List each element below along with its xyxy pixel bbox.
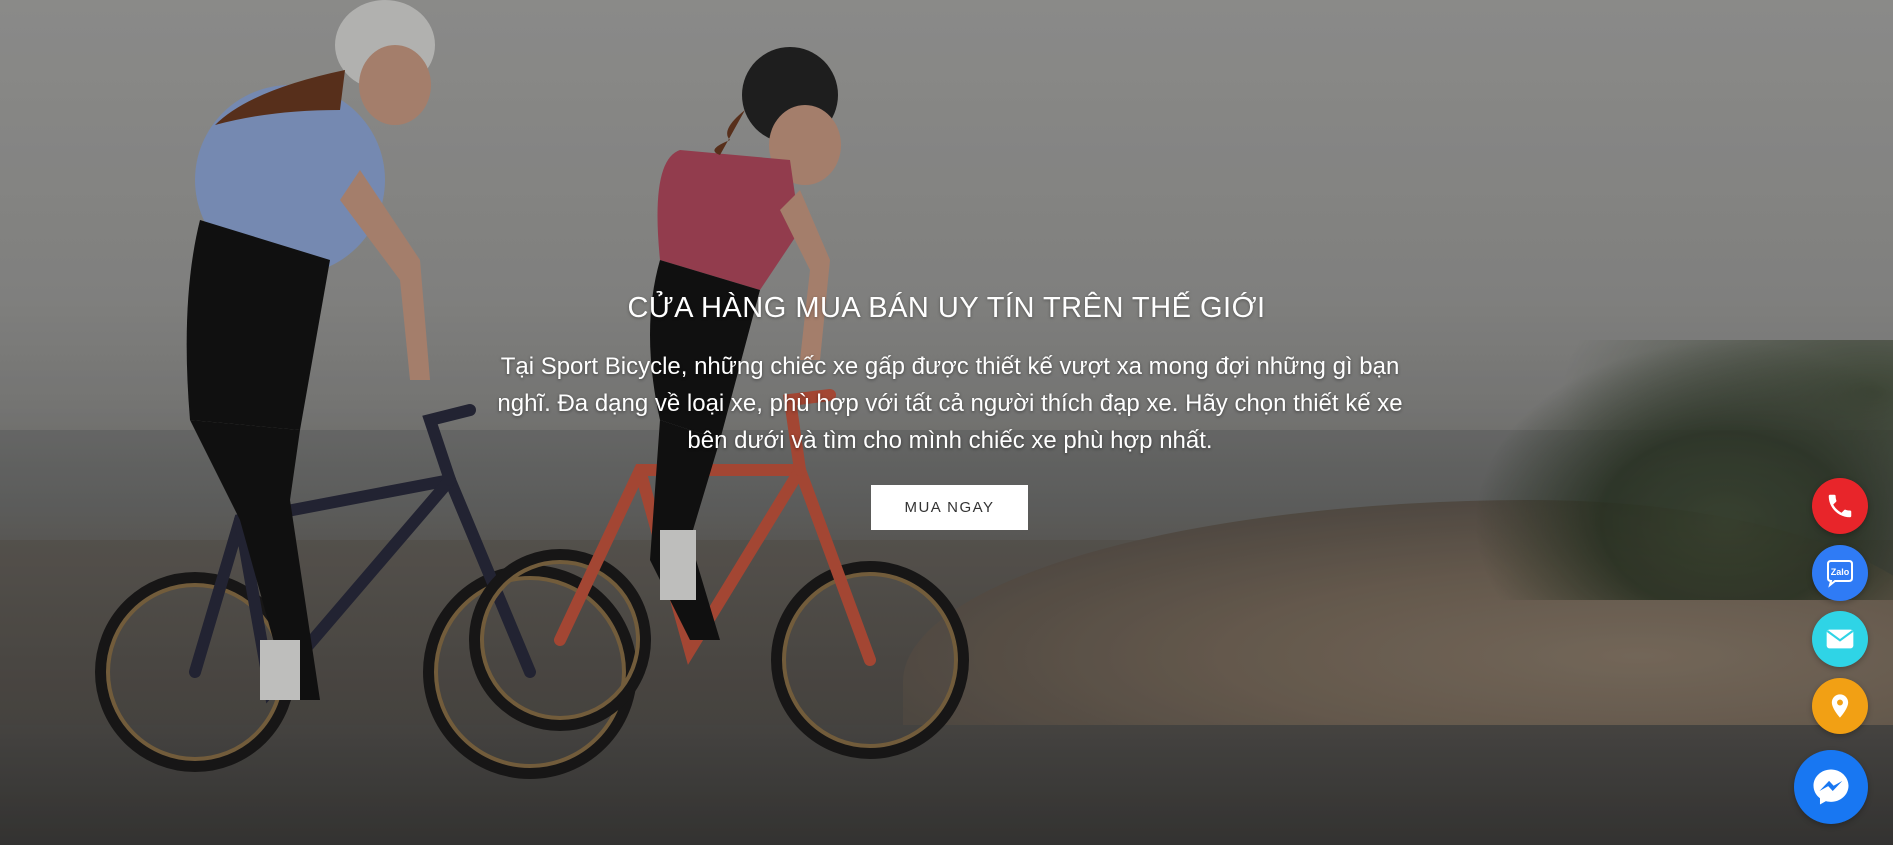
hero-headline: CỬA HÀNG MUA BÁN UY TÍN TRÊN THẾ GIỚI: [627, 292, 1266, 324]
messenger-button[interactable]: [1794, 750, 1868, 824]
buy-now-button[interactable]: MUA NGAY: [871, 485, 1028, 530]
zalo-label: Zalo: [1831, 567, 1850, 577]
zalo-icon: Zalo: [1827, 560, 1853, 588]
phone-button[interactable]: [1812, 478, 1868, 534]
phone-icon: [1828, 494, 1852, 518]
zalo-button[interactable]: Zalo: [1812, 545, 1868, 601]
messenger-icon: [1813, 769, 1849, 805]
email-button[interactable]: [1812, 611, 1868, 667]
hero-description: Tại Sport Bicycle, những chiếc xe gấp đư…: [497, 353, 1403, 454]
mail-icon: [1826, 629, 1854, 649]
map-pin-icon: [1831, 694, 1849, 718]
map-button[interactable]: [1812, 678, 1868, 734]
hero-banner: CỬA HÀNG MUA BÁN UY TÍN TRÊN THẾ GIỚI Tạ…: [0, 0, 1893, 845]
